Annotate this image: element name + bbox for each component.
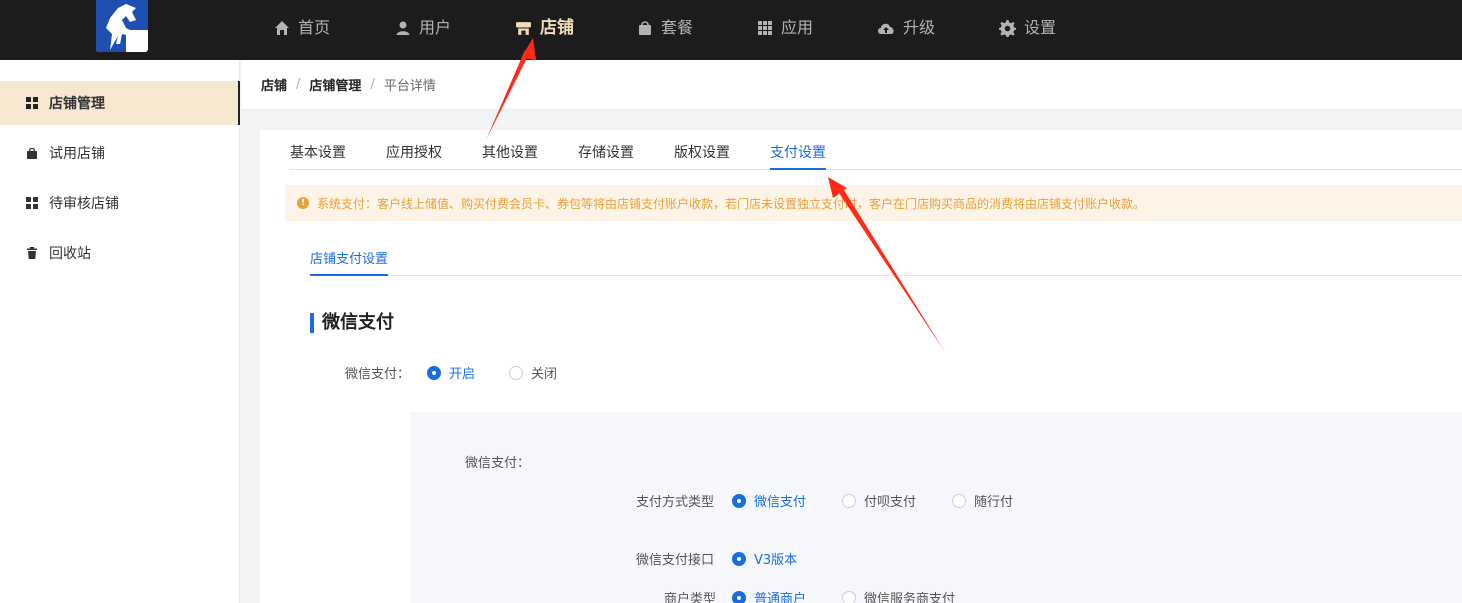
grid-icon [26, 197, 38, 209]
nav-apps-label: 应用 [781, 18, 814, 37]
breadcrumb-current: 平台详情 [383, 79, 436, 94]
tab-payment-settings[interactable]: 支付设置 [770, 142, 826, 170]
nav-upgrade[interactable]: 升级 [877, 0, 935, 56]
notice-text: 系统支付：客户线上储值、购买付费会员卡、券包等将由店铺支付账户收款，若门店未设置… [317, 196, 1146, 211]
sidebar-item-label: 回收站 [49, 246, 91, 262]
radio-label: V3版本 [754, 553, 798, 568]
tab-basic-settings[interactable]: 基本设置 [290, 142, 346, 170]
sidebar-item-pending-stores[interactable]: 待审核店铺 [0, 181, 240, 225]
wechat-pay-on-radio[interactable]: 开启 [427, 363, 475, 382]
wechat-pay-panel: 微信支付： 支付方式类型 微信支付 付呗支付 随行付 微信支付接口 V3版本 商… [410, 412, 1462, 603]
sidebar-item-trial-stores[interactable]: 试用店铺 [0, 131, 240, 175]
tab-storage-settings[interactable]: 存储设置 [578, 142, 634, 170]
cloud-upload-icon [878, 23, 894, 34]
nav-users[interactable]: 用户 [395, 0, 451, 56]
sidebar-item-store-management[interactable]: 店铺管理 [0, 81, 240, 125]
sidebar-item-recycle-bin[interactable]: 回收站 [0, 231, 240, 275]
tab-app-authorization[interactable]: 应用授权 [386, 142, 442, 170]
logo[interactable] [96, 0, 148, 52]
merchant-normal-radio[interactable]: 普通商户 [732, 588, 806, 603]
panel-title: 微信支付： [465, 456, 531, 471]
radio-label: 普通商户 [754, 592, 807, 603]
nav-home[interactable]: 首页 [274, 0, 330, 56]
grid-icon [758, 21, 772, 35]
breadcrumb-separator: / [370, 77, 375, 92]
pay-api-v3-radio[interactable]: V3版本 [732, 549, 797, 568]
wechat-pay-off-radio[interactable]: 关闭 [509, 363, 557, 382]
nav-home-label: 首页 [298, 18, 331, 37]
section-title: 微信支付 [310, 313, 394, 333]
wechat-pay-toggle-label: 微信支付： [345, 367, 411, 382]
pay-type-suixingfu-radio[interactable]: 随行付 [952, 491, 1013, 510]
bag-icon [27, 147, 37, 159]
merchant-service-provider-radio[interactable]: 微信服务商支付 [842, 588, 955, 603]
nav-upgrade-label: 升级 [903, 18, 936, 37]
bag-icon [639, 21, 651, 35]
tab-store-payment-settings[interactable]: 店铺支付设置 [310, 248, 389, 276]
nav-store-label: 店铺 [540, 18, 574, 38]
trash-icon [27, 247, 37, 259]
pay-type-label: 支付方式类型 [636, 495, 715, 510]
pay-api-label: 微信支付接口 [636, 553, 715, 568]
breadcrumb-separator: / [296, 77, 301, 92]
top-navbar: 首页 用户 店铺 套餐 应用 升级 设置 [0, 0, 1462, 60]
breadcrumb-item[interactable]: 店铺 [261, 75, 287, 94]
nav-users-label: 用户 [419, 18, 452, 37]
merchant-type-label: 商户类型 [664, 592, 717, 603]
home-icon [275, 21, 289, 35]
breadcrumb-item[interactable]: 店铺管理 [309, 75, 361, 94]
nav-settings-label: 设置 [1024, 18, 1057, 37]
radio-label: 开启 [449, 367, 476, 382]
breadcrumb: 店铺 / 店铺管理 / 平台详情 [241, 60, 1462, 110]
horse-logo-icon [106, 4, 138, 50]
settings-tabs: 基本设置 应用授权 其他设置 存储设置 版权设置 支付设置 [290, 130, 1462, 170]
sub-tabs: 店铺支付设置 [310, 238, 1462, 276]
radio-label: 微信服务商支付 [864, 592, 956, 603]
gear-icon [999, 19, 1016, 37]
pay-type-fubei-radio[interactable]: 付呗支付 [842, 491, 916, 510]
nav-packages[interactable]: 套餐 [637, 0, 693, 56]
nav-packages-label: 套餐 [661, 18, 694, 37]
pay-type-wechat-radio[interactable]: 微信支付 [732, 491, 806, 510]
sidebar-item-label: 店铺管理 [49, 96, 105, 112]
sidebar: 店铺管理 试用店铺 待审核店铺 回收站 [0, 60, 240, 603]
grid-icon [26, 97, 38, 109]
sidebar-item-label: 试用店铺 [49, 146, 105, 162]
tab-other-settings[interactable]: 其他设置 [482, 142, 538, 170]
radio-label: 付呗支付 [864, 495, 917, 510]
user-icon [396, 21, 410, 35]
main-card: 基本设置 应用授权 其他设置 存储设置 版权设置 支付设置 ! 系统支付：客户线… [260, 130, 1462, 603]
nav-store[interactable]: 店铺 [515, 0, 574, 56]
store-icon [516, 21, 531, 35]
notice-banner: ! 系统支付：客户线上储值、购买付费会员卡、券包等将由店铺支付账户收款，若门店未… [285, 185, 1462, 221]
nav-apps[interactable]: 应用 [757, 0, 813, 56]
nav-settings[interactable]: 设置 [999, 0, 1056, 56]
radio-label: 微信支付 [754, 495, 807, 510]
sidebar-item-label: 待审核店铺 [49, 196, 119, 212]
radio-label: 关闭 [531, 367, 558, 382]
radio-label: 随行付 [974, 495, 1014, 510]
info-icon: ! [297, 197, 309, 209]
tab-copyright-settings[interactable]: 版权设置 [674, 142, 730, 170]
